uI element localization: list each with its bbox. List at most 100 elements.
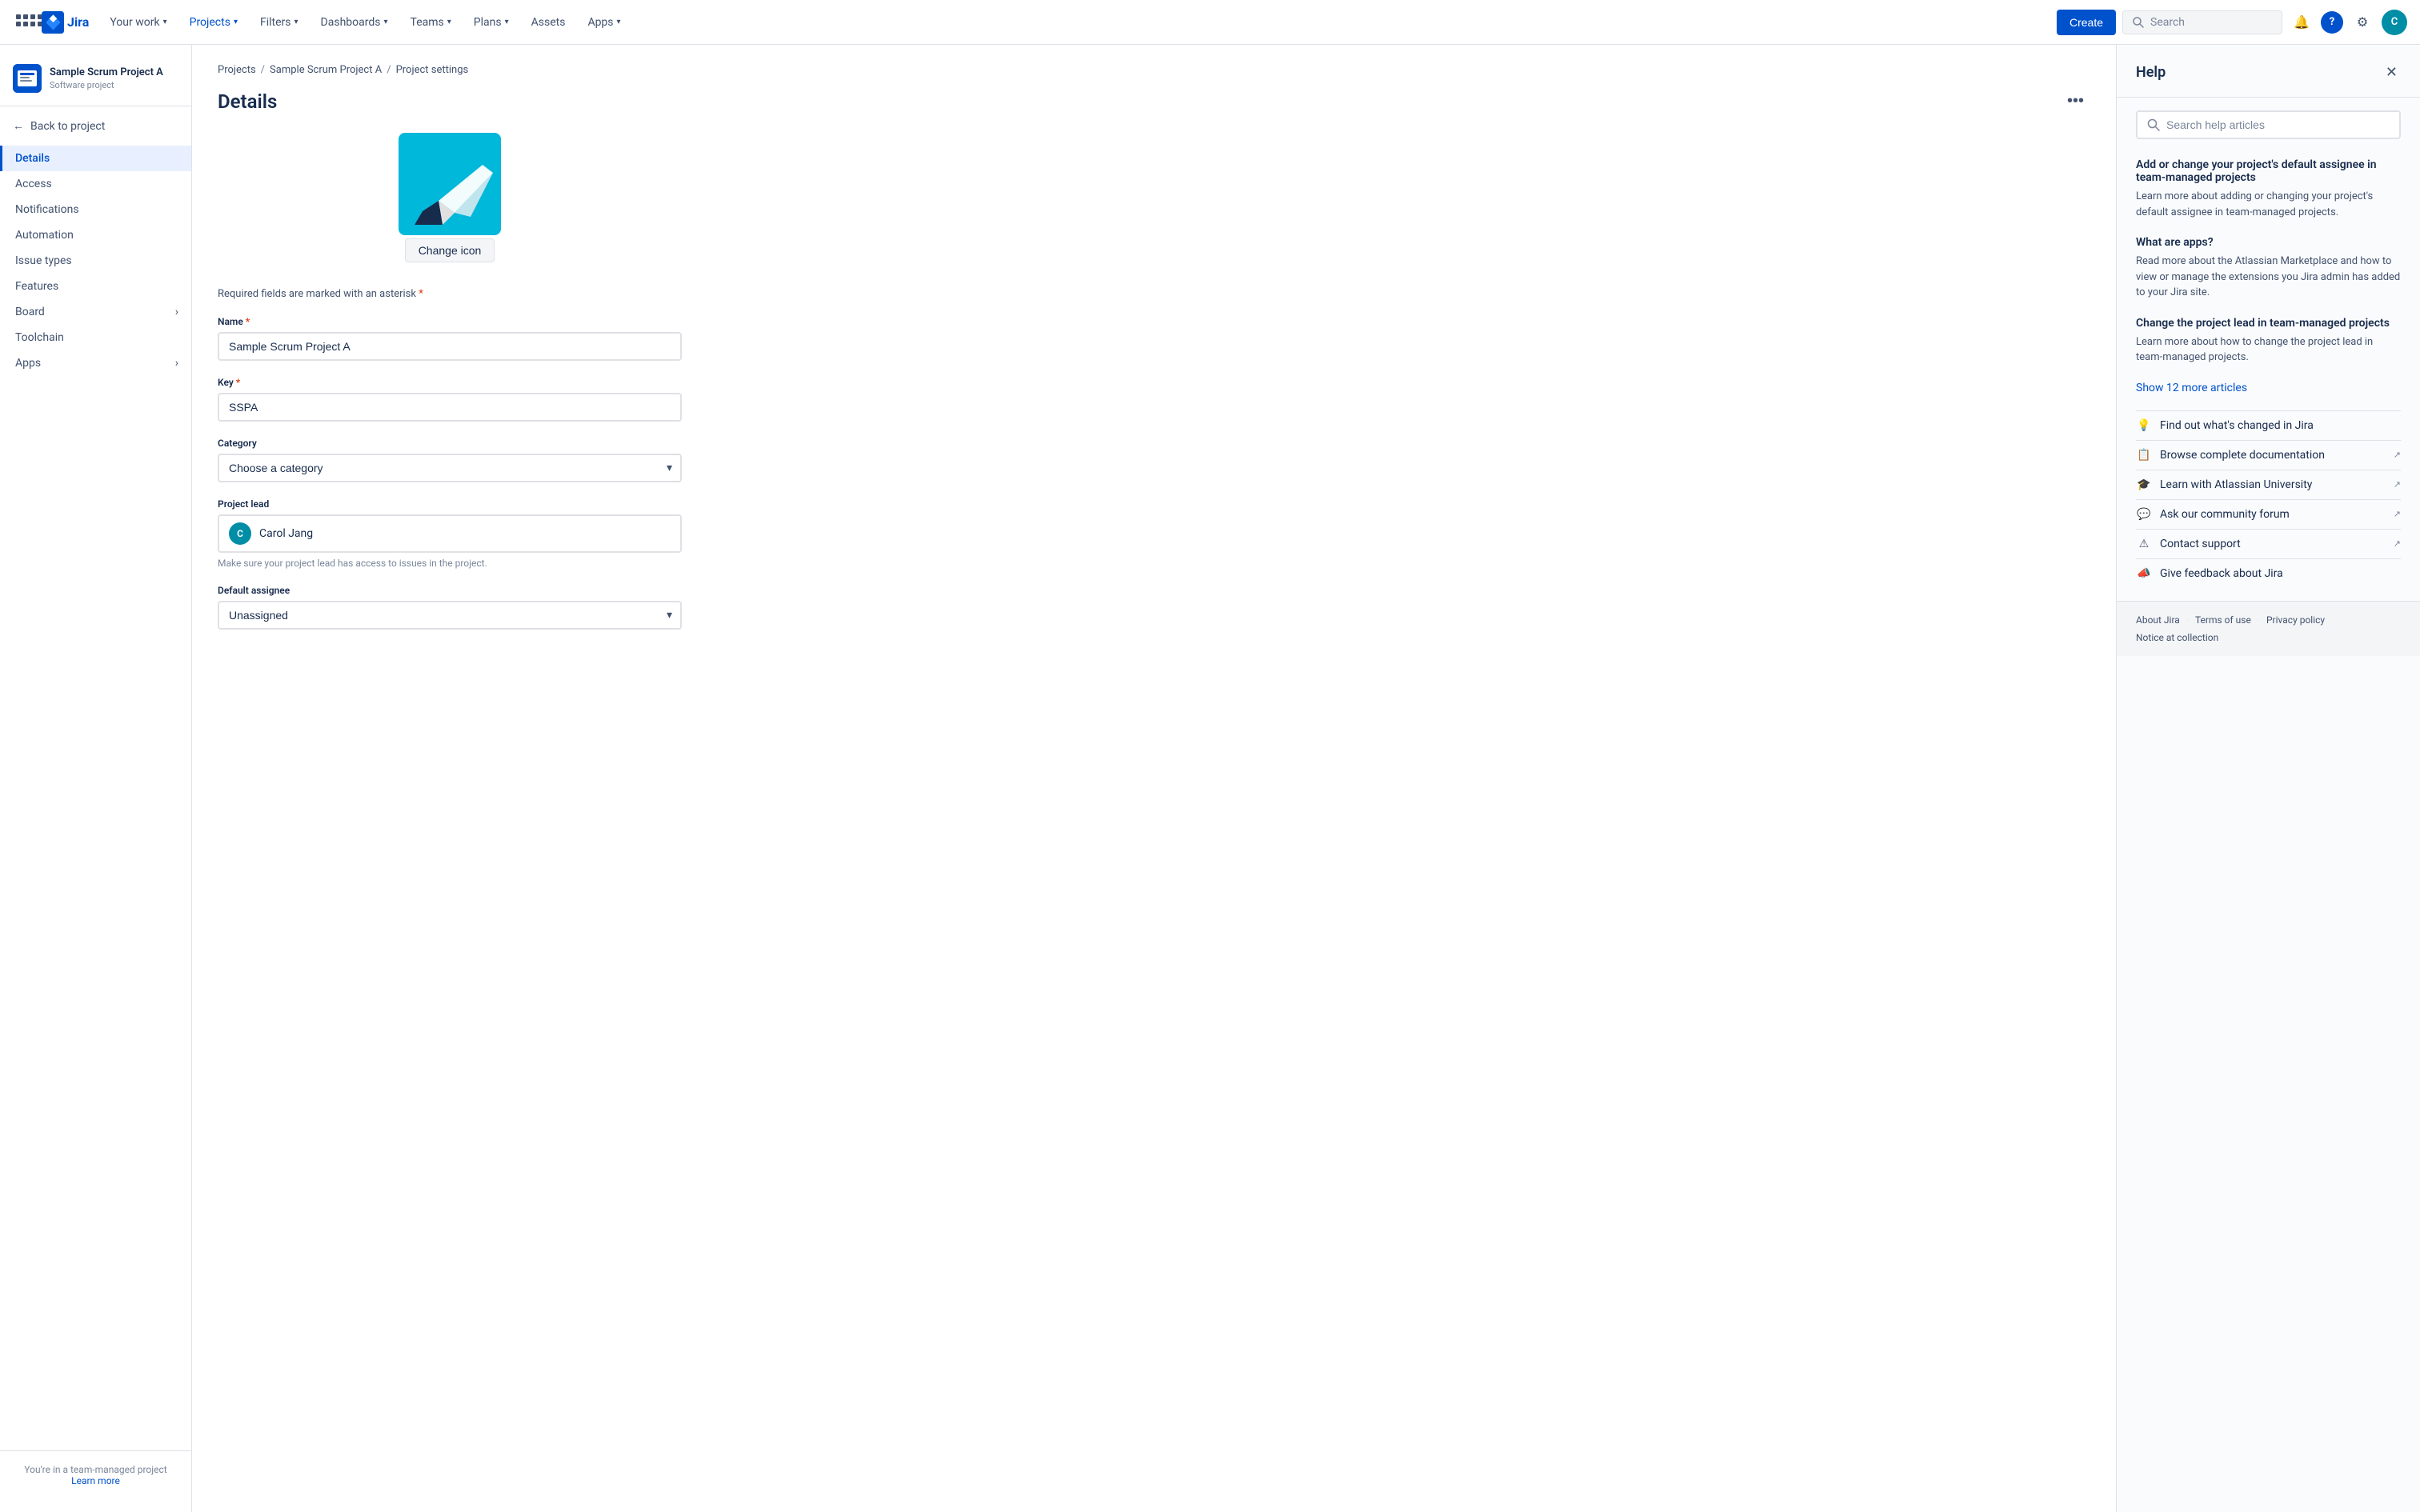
key-input[interactable] xyxy=(218,393,682,422)
help-article-title-1[interactable]: What are apps? xyxy=(2136,236,2401,249)
external-link-icon: ↗ xyxy=(2394,509,2401,519)
help-link-1[interactable]: 📋 Browse complete documentation ↗ xyxy=(2136,440,2401,470)
key-label: Key * xyxy=(218,377,682,388)
lead-field-group: Project lead C Carol Jang Make sure your… xyxy=(218,498,682,569)
help-link-label-4: Contact support xyxy=(2160,538,2386,550)
nav-teams[interactable]: Teams ▾ xyxy=(403,11,459,34)
sidebar-project-header: Sample Scrum Project A Software project xyxy=(0,58,191,106)
external-link-icon: ↗ xyxy=(2394,479,2401,490)
external-link-icon: ↗ xyxy=(2394,450,2401,460)
category-field-group: Category Choose a category ▾ xyxy=(218,438,682,482)
nav-plans[interactable]: Plans ▾ xyxy=(466,11,517,34)
page-layout: Sample Scrum Project A Software project … xyxy=(0,45,2420,1512)
help-body: Add or change your project's default ass… xyxy=(2117,98,2420,601)
help-link-label-5: Give feedback about Jira xyxy=(2160,567,2401,580)
help-article-title-0[interactable]: Add or change your project's default ass… xyxy=(2136,158,2401,184)
docs-icon: 📋 xyxy=(2136,449,2152,462)
details-form: Change icon Required fields are marked w… xyxy=(218,133,682,630)
help-icon[interactable]: ? xyxy=(2321,11,2343,34)
nav-your-work[interactable]: Your work ▾ xyxy=(102,11,174,34)
assignee-label: Default assignee xyxy=(218,585,682,596)
learn-more-link[interactable]: Learn more xyxy=(71,1475,120,1486)
help-close-button[interactable]: ✕ xyxy=(2382,61,2401,84)
help-article-title-2[interactable]: Change the project lead in team-managed … xyxy=(2136,317,2401,330)
sidebar-item-automation[interactable]: Automation xyxy=(0,222,191,248)
page-title: Details xyxy=(218,90,277,113)
help-title: Help xyxy=(2136,64,2166,81)
sidebar-item-apps[interactable]: Apps › xyxy=(0,350,191,376)
help-article-desc-2: Learn more about how to change the proje… xyxy=(2136,334,2401,366)
back-icon: ← xyxy=(13,119,24,133)
sidebar-item-issue-types[interactable]: Issue types xyxy=(0,248,191,274)
privacy-link[interactable]: Privacy policy xyxy=(2266,614,2325,626)
help-link-2[interactable]: 🎓 Learn with Atlassian University ↗ xyxy=(2136,470,2401,499)
back-to-project[interactable]: ← Back to project xyxy=(0,113,191,139)
nav-dashboards[interactable]: Dashboards ▾ xyxy=(313,11,396,34)
help-header: Help ✕ xyxy=(2117,45,2420,98)
lead-name: Carol Jang xyxy=(259,527,313,540)
change-icon-button[interactable]: Change icon xyxy=(405,238,495,262)
help-links: 💡 Find out what's changed in Jira 📋 Brow… xyxy=(2136,410,2401,588)
help-link-5[interactable]: 📣 Give feedback about Jira xyxy=(2136,558,2401,588)
help-article-desc-1: Read more about the Atlassian Marketplac… xyxy=(2136,254,2401,301)
notice-link[interactable]: Notice at collection xyxy=(2136,632,2218,643)
category-select[interactable]: Choose a category xyxy=(218,454,682,482)
category-label: Category xyxy=(218,438,682,449)
required-note: Required fields are marked with an aster… xyxy=(218,288,682,300)
breadcrumb-projects[interactable]: Projects xyxy=(218,64,256,76)
about-jira-link[interactable]: About Jira xyxy=(2136,614,2180,626)
sidebar-item-board[interactable]: Board › xyxy=(0,299,191,325)
name-input[interactable] xyxy=(218,332,682,361)
help-footer: About Jira · Terms of use · Privacy poli… xyxy=(2117,601,2420,656)
name-field-group: Name * xyxy=(218,316,682,361)
user-avatar[interactable]: C xyxy=(2382,10,2407,35)
breadcrumb: Projects / Sample Scrum Project A / Proj… xyxy=(218,64,2090,76)
sidebar-project-name: Sample Scrum Project A xyxy=(50,66,163,80)
sidebar-item-details[interactable]: Details xyxy=(0,146,191,171)
terms-link[interactable]: Terms of use xyxy=(2195,614,2251,626)
help-article-desc-0: Learn more about adding or changing your… xyxy=(2136,189,2401,220)
help-link-0[interactable]: 💡 Find out what's changed in Jira xyxy=(2136,410,2401,440)
key-field-group: Key * xyxy=(218,377,682,422)
assignee-select[interactable]: Unassigned xyxy=(218,601,682,630)
help-search-input[interactable] xyxy=(2166,118,2390,131)
global-search[interactable]: Search xyxy=(2122,10,2282,34)
sidebar: Sample Scrum Project A Software project … xyxy=(0,45,192,1512)
search-icon xyxy=(2147,118,2160,131)
help-search-box[interactable] xyxy=(2136,110,2401,139)
nav-assets[interactable]: Assets xyxy=(523,11,574,34)
more-options-button[interactable]: ••• xyxy=(2061,89,2090,114)
create-button[interactable]: Create xyxy=(2057,10,2116,35)
show-more-articles[interactable]: Show 12 more articles xyxy=(2136,382,2401,394)
nav-projects[interactable]: Projects ▾ xyxy=(182,11,246,34)
grid-menu-icon[interactable] xyxy=(13,11,35,34)
search-icon xyxy=(2133,17,2144,28)
jira-logo[interactable]: Jira xyxy=(42,11,89,34)
sidebar-item-features[interactable]: Features xyxy=(0,274,191,299)
name-label: Name * xyxy=(218,316,682,327)
notifications-icon[interactable]: 🔔 xyxy=(2289,10,2314,35)
nav-apps[interactable]: Apps ▾ xyxy=(579,11,628,34)
sidebar-item-toolchain[interactable]: Toolchain xyxy=(0,325,191,350)
help-link-4[interactable]: ⚠ Contact support ↗ xyxy=(2136,529,2401,558)
sidebar-item-notifications[interactable]: Notifications xyxy=(0,197,191,222)
nav-filters[interactable]: Filters ▾ xyxy=(252,11,307,34)
sidebar-item-access[interactable]: Access xyxy=(0,171,191,197)
main-content: Projects / Sample Scrum Project A / Proj… xyxy=(192,45,2116,1512)
lead-label: Project lead xyxy=(218,498,682,510)
community-icon: 💬 xyxy=(2136,508,2152,521)
help-link-3[interactable]: 💬 Ask our community forum ↗ xyxy=(2136,499,2401,529)
lead-field[interactable]: C Carol Jang xyxy=(218,514,682,553)
breadcrumb-project[interactable]: Sample Scrum Project A xyxy=(270,64,382,76)
university-icon: 🎓 xyxy=(2136,478,2152,491)
settings-icon[interactable]: ⚙ xyxy=(2350,10,2375,35)
feedback-icon: 📣 xyxy=(2136,567,2152,580)
help-article-2: Change the project lead in team-managed … xyxy=(2136,317,2401,366)
project-icon xyxy=(13,64,42,93)
project-icon-area: Change icon xyxy=(218,133,682,262)
support-icon: ⚠ xyxy=(2136,538,2152,550)
help-panel: Help ✕ Add or change your project's defa… xyxy=(2116,45,2420,1512)
breadcrumb-settings: Project settings xyxy=(396,64,469,76)
chevron-right-icon: › xyxy=(175,306,178,318)
top-navigation: Jira Your work ▾ Projects ▾ Filters ▾ Da… xyxy=(0,0,2420,45)
